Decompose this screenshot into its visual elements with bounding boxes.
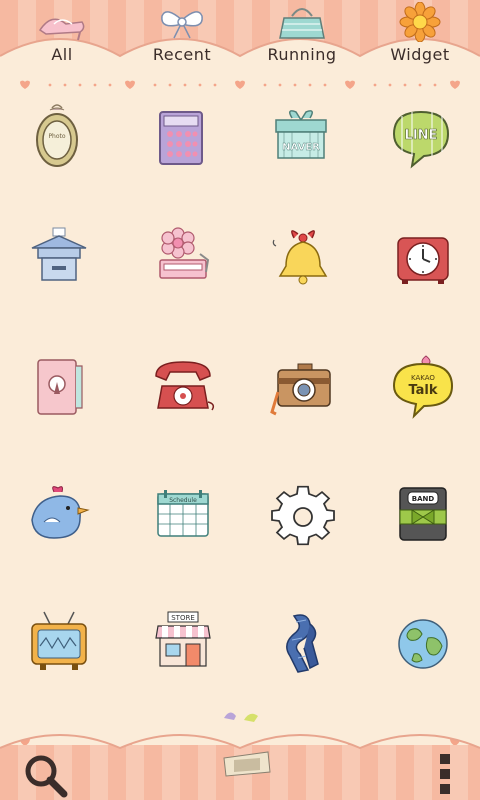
app-ribbon[interactable] [268, 608, 338, 678]
retro-tv-icon [31, 611, 87, 670]
sunflower-icon [399, 2, 441, 42]
app-rotary-phone[interactable] [148, 352, 218, 422]
talk-label: Talk [408, 383, 437, 398]
kakao-talk-bubble-icon: KAKAO Talk [392, 355, 454, 419]
app-calculator[interactable] [146, 102, 216, 172]
high-heel-shoe-icon [38, 18, 85, 41]
notebook-lock-icon [37, 359, 83, 415]
gear-settings-icon [271, 485, 335, 546]
tab-running[interactable]: Running [242, 0, 362, 72]
search-icon[interactable] [22, 752, 68, 798]
app-bluebird[interactable] [24, 480, 94, 550]
globe-icon [398, 619, 448, 669]
app-store[interactable]: STORE [148, 608, 218, 678]
store-label: STORE [171, 614, 195, 622]
naver-label: NAVER [282, 142, 320, 153]
tab-all[interactable]: All [2, 0, 122, 72]
flower-gramophone-icon [159, 227, 210, 279]
band-app-icon: BAND [399, 487, 447, 541]
store-shop-icon: STORE [155, 611, 211, 667]
drawer-handle-icon[interactable] [220, 748, 272, 778]
calculator-icon [159, 111, 203, 165]
app-band[interactable]: BAND [388, 480, 458, 550]
app-globe[interactable] [388, 608, 458, 678]
rotary-phone-icon [155, 361, 215, 411]
photo-frame-icon: Photo [36, 104, 78, 167]
app-naver[interactable]: NAVER [266, 102, 336, 172]
photo-label: Photo [48, 133, 65, 140]
line-speech-bubble-icon: LINE [392, 110, 450, 169]
overflow-menu-icon[interactable] [432, 752, 458, 796]
page-indicator [224, 712, 258, 722]
schedule-label: Schedule [169, 497, 197, 504]
app-alarm-clock[interactable] [388, 224, 458, 294]
naver-gift-box-icon: NAVER [275, 110, 327, 159]
app-notebook-lock[interactable] [24, 352, 94, 422]
mailbox-icon [31, 227, 87, 281]
app-settings[interactable] [268, 480, 338, 550]
heart-divider [20, 80, 460, 89]
camera-icon [270, 363, 331, 416]
app-gramophone[interactable] [148, 224, 218, 294]
tab-label: Running [267, 45, 337, 64]
app-line[interactable]: LINE [386, 102, 456, 172]
tab-widget[interactable]: Widget [360, 0, 480, 72]
tab-label: Recent [152, 45, 212, 64]
tab-recent[interactable]: Recent [122, 0, 242, 72]
schedule-calendar-icon: Schedule [157, 490, 209, 537]
handbag-icon [279, 8, 325, 39]
bluebird-icon [31, 486, 90, 539]
alarm-clock-icon [397, 237, 449, 284]
band-label: BAND [412, 495, 435, 503]
tab-label: All [51, 45, 73, 64]
app-schedule[interactable]: Schedule [148, 480, 218, 550]
line-label: LINE [405, 128, 438, 143]
app-kakao-talk[interactable]: KAKAO Talk [388, 352, 458, 422]
app-camera[interactable] [268, 352, 338, 422]
kakao-label: KAKAO [411, 374, 435, 382]
blue-ribbon-icon [286, 614, 319, 673]
tab-label: Widget [390, 45, 450, 64]
bell-icon [272, 230, 328, 285]
app-mailbox[interactable] [24, 224, 94, 294]
app-bell[interactable] [268, 224, 338, 294]
app-photo-frame[interactable]: Photo [22, 102, 92, 172]
bow-ribbon-icon [161, 11, 203, 39]
app-tv[interactable] [24, 608, 94, 678]
